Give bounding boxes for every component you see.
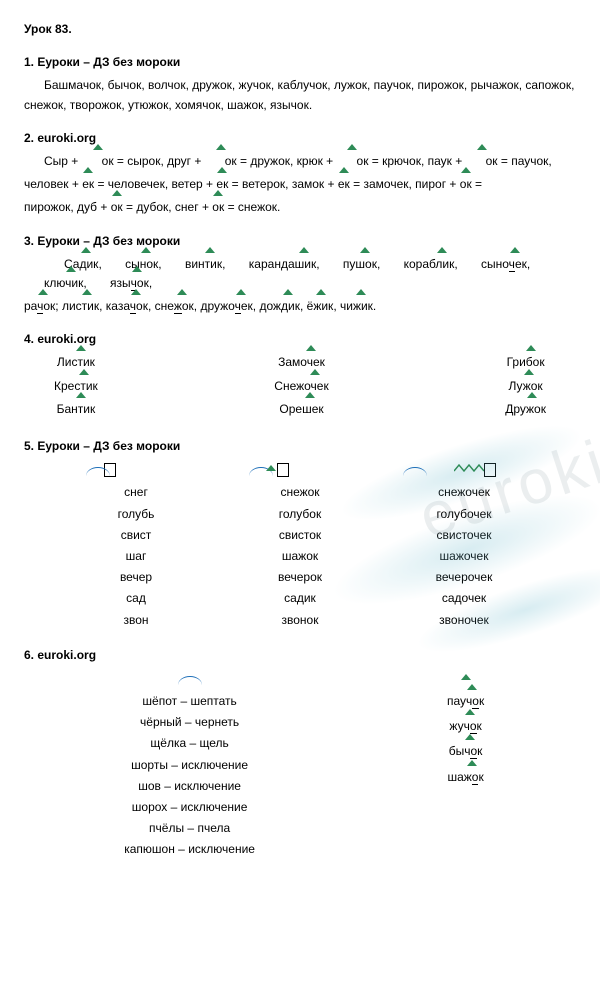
section-5-header-icons xyxy=(104,460,496,479)
section-4-col1: Листик Крестик Бантик xyxy=(54,353,98,423)
section-2-line2: человек + ек = человечек, ветер + ек = в… xyxy=(24,175,576,194)
section-4-col2: Замочек Снежочек Орешек xyxy=(274,353,328,423)
section-5-col2: снежокголубоксвистокшажоквечероксадикзво… xyxy=(218,483,382,631)
lesson-title: Урок 83. xyxy=(24,20,576,39)
section-6-right: паучок жучок бычок шажок xyxy=(355,692,576,862)
section-5-col1: снегголубьсвистшагвечерсадзвон xyxy=(54,483,218,631)
section-2-line3: пирожок, дуб + ок = дубок, снег + ок = с… xyxy=(24,198,576,217)
section-1-heading: 1. Еуроки – ДЗ без мороки xyxy=(24,53,576,72)
section-3-line1: Садик, сынок, винтик, карандашик, пушок,… xyxy=(24,255,576,293)
arc-caret-box-icon xyxy=(277,460,289,479)
arc-zig-box-icon xyxy=(451,460,496,479)
caret-icon xyxy=(355,669,576,688)
section-5-columns: снегголубьсвистшагвечерсадзвон снежокгол… xyxy=(54,483,546,631)
section-6-heading: 6. euroki.org xyxy=(24,646,576,665)
section-4-columns: Листик Крестик Бантик Замочек Снежочек О… xyxy=(54,353,546,423)
section-3-line2: рачок; листик, казачок, снежок, дружочек… xyxy=(24,297,576,316)
section-5-col3: снежочекголубочексвисточекшажочеквечероч… xyxy=(382,483,546,631)
section-5-heading: 5. Еуроки – ДЗ без мороки xyxy=(24,437,576,456)
section-2-line1: Сыр + ок = сырок, друг + ок = дружок, кр… xyxy=(24,152,576,171)
section-4-col3: Грибок Лужок Дружок xyxy=(505,353,546,423)
arc-icon xyxy=(24,669,355,688)
section-6-columns: шёпот – шептатьчёрный – чернетьщёлка – щ… xyxy=(24,692,576,862)
arc-box-icon xyxy=(104,460,116,479)
section-1-text: Башмачок, бычок, волчок, дружок, жучок, … xyxy=(24,76,576,114)
section-6-left: шёпот – шептатьчёрный – чернетьщёлка – щ… xyxy=(24,692,355,862)
section-4-heading: 4. euroki.org xyxy=(24,330,576,349)
section-2-heading: 2. euroki.org xyxy=(24,129,576,148)
